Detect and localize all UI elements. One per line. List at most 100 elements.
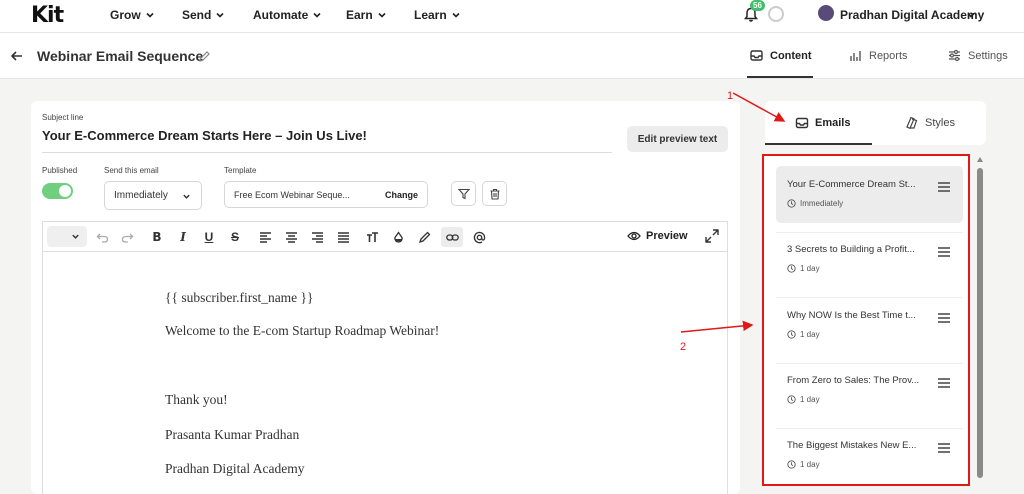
tab-settings[interactable]: Settings (947, 48, 1008, 63)
bar-chart-icon (850, 51, 861, 61)
status-indicator (768, 6, 784, 22)
email-title: 3 Secrets to Building a Profit... (787, 244, 915, 255)
text-size-icon (366, 231, 378, 242)
tab-styles[interactable]: Styles (905, 116, 955, 130)
scroll-up-arrow-icon[interactable] (977, 157, 983, 162)
email-delay-label: 1 day (800, 330, 820, 339)
email-editor: Subject line Your E-Commerce Dream Start… (31, 101, 740, 494)
email-delay: 1 day (787, 264, 820, 273)
drag-handle-icon[interactable] (938, 313, 950, 323)
mention-button[interactable] (470, 228, 488, 246)
block-style-select[interactable] (47, 226, 87, 247)
formatting-toolbar: B I U S Preview (42, 221, 728, 251)
filter-icon (457, 188, 470, 199)
strikethrough-button[interactable]: S (226, 228, 244, 246)
align-right-button[interactable] (308, 228, 326, 246)
email-title: From Zero to Sales: The Prov... (787, 375, 920, 386)
email-body-editor[interactable]: {{ subscriber.first_name }} Welcome to t… (42, 251, 728, 494)
link-icon (445, 233, 459, 241)
nav-label: Earn (346, 8, 373, 22)
edit-preview-text-button[interactable]: Edit preview text (627, 126, 728, 152)
chevron-down-icon (72, 234, 79, 239)
trash-icon (490, 188, 499, 200)
drag-handle-icon[interactable] (938, 247, 950, 257)
nav-learn[interactable]: Learn (414, 8, 461, 22)
published-toggle[interactable] (42, 183, 73, 199)
nav-grow[interactable]: Grow (110, 8, 155, 22)
clock-icon (787, 199, 796, 208)
tab-reports[interactable]: Reports (848, 48, 908, 63)
email-title: Your E-Commerce Dream St... (787, 179, 916, 190)
list-item-email-2[interactable]: 3 Secrets to Building a Profit... 1 day (776, 231, 963, 288)
template-field: Free Ecom Webinar Seque... Change (224, 181, 428, 208)
back-arrow-icon[interactable] (10, 49, 24, 63)
send-timing-value: Immediately (114, 190, 168, 201)
email-sequence-list: Your E-Commerce Dream St... Immediately … (762, 154, 970, 486)
tab-label: Styles (925, 117, 955, 129)
align-justify-icon (337, 231, 349, 243)
tab-content[interactable]: Content (749, 48, 812, 63)
highlight-button[interactable] (415, 228, 433, 246)
sliders-icon (949, 49, 960, 62)
redo-icon (121, 233, 133, 243)
tab-emails[interactable]: Emails (795, 116, 850, 130)
active-tab-indicator (747, 76, 813, 78)
align-left-button[interactable] (256, 228, 274, 246)
align-left-icon (259, 231, 271, 243)
email-delay-label: 1 day (800, 395, 820, 404)
bold-button[interactable]: B (148, 228, 166, 246)
delete-button[interactable] (482, 181, 507, 206)
align-justify-button[interactable] (334, 228, 352, 246)
chevron-down-icon (146, 12, 154, 18)
text-color-button[interactable] (389, 228, 407, 246)
subject-label: Subject line (42, 113, 84, 122)
pencil-icon[interactable] (198, 50, 211, 63)
tab-label: Content (770, 49, 812, 62)
template-label: Template (224, 166, 257, 175)
nav-earn[interactable]: Earn (346, 8, 387, 22)
redo-button[interactable] (118, 228, 136, 246)
chevron-down-icon (313, 12, 321, 18)
filter-button[interactable] (451, 181, 476, 206)
subject-input[interactable]: Your E-Commerce Dream Starts Here – Join… (42, 128, 367, 143)
clock-icon (787, 264, 796, 273)
account-name[interactable]: Pradhan Digital Academy (840, 8, 984, 22)
email-delay-label: 1 day (800, 460, 820, 469)
brush-icon (418, 231, 430, 243)
chevron-down-icon[interactable] (966, 10, 976, 20)
inbox-icon (750, 50, 763, 61)
email-delay-label: Immediately (800, 199, 844, 208)
align-center-button[interactable] (282, 228, 300, 246)
preview-button[interactable]: Preview (627, 230, 688, 242)
notification-badge: 56 (750, 0, 765, 11)
email-title: Why NOW Is the Best Time t... (787, 310, 916, 321)
align-center-icon (285, 231, 297, 243)
right-panel-tabs: Emails Styles (765, 101, 986, 145)
drag-handle-icon[interactable] (938, 378, 950, 388)
kit-logo[interactable]: Kit (31, 3, 64, 28)
nav-automate[interactable]: Automate (253, 8, 322, 22)
drag-handle-icon[interactable] (938, 182, 950, 192)
body-paragraph: Pradhan Digital Academy (165, 461, 305, 476)
scrollbar[interactable] (977, 168, 983, 478)
palette-icon (906, 116, 918, 130)
underline-button[interactable]: U (200, 228, 218, 246)
expand-icon[interactable] (704, 228, 720, 244)
list-item-email-5[interactable]: The Biggest Mistakes New E... 1 day (776, 427, 963, 484)
top-navigation: Kit Grow Send Automate Earn Learn 56 Pra… (0, 0, 1024, 33)
send-timing-select[interactable]: Immediately (104, 181, 202, 210)
list-item-email-3[interactable]: Why NOW Is the Best Time t... 1 day (776, 297, 963, 354)
nav-label: Send (182, 8, 212, 22)
nav-send[interactable]: Send (182, 8, 225, 22)
change-template-button[interactable]: Change (385, 190, 418, 200)
link-button[interactable] (441, 227, 463, 247)
drag-handle-icon[interactable] (938, 443, 950, 453)
avatar[interactable] (818, 5, 834, 21)
undo-button[interactable] (93, 228, 111, 246)
clock-icon (787, 460, 796, 469)
italic-button[interactable]: I (174, 228, 192, 246)
font-size-button[interactable] (363, 228, 381, 246)
at-sign-icon (473, 231, 485, 243)
list-item-email-4[interactable]: From Zero to Sales: The Prov... 1 day (776, 362, 963, 419)
list-item-email-1[interactable]: Your E-Commerce Dream St... Immediately (776, 166, 963, 223)
